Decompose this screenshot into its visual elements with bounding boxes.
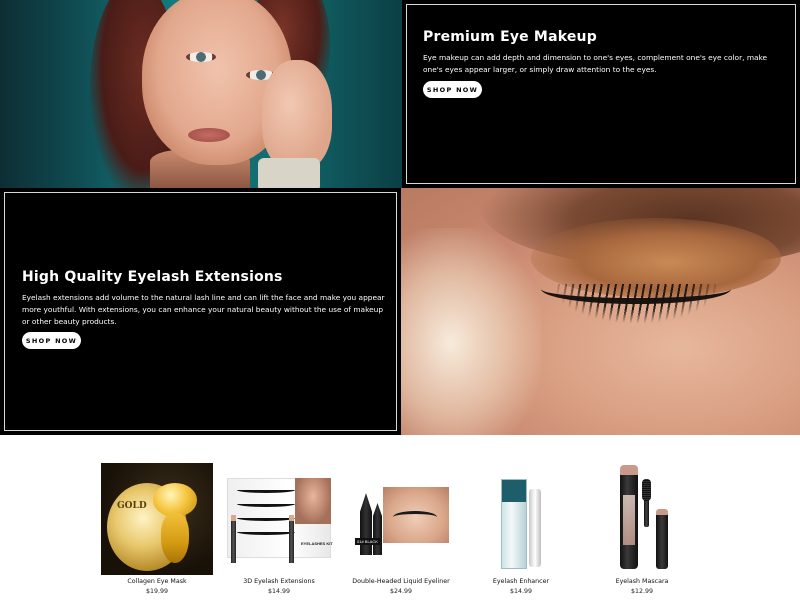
product-image[interactable]: EYELASHES KIT	[223, 463, 335, 575]
eyelash-extensions-panel: High Quality Eyelash Extensions Eyelash …	[0, 188, 401, 435]
product-name[interactable]: Eyelash Enhancer	[463, 578, 579, 585]
product-image[interactable]: 01# BLACK	[345, 463, 457, 575]
product-price: $14.99	[267, 588, 291, 595]
product-name[interactable]: 3D Eyelash Extensions	[221, 578, 337, 585]
hero-row-top: Premium Eye Makeup Eye makeup can add de…	[0, 0, 800, 188]
product-price: $14.99	[509, 588, 533, 595]
product-name[interactable]: Double-Headed Liquid Eyeliner	[343, 578, 459, 585]
product-grid: GOLD Collagen Eye Mask $19.99 EYELASHES …	[0, 435, 800, 600]
shade-label: 01# BLACK	[355, 538, 380, 545]
eye-closeup-image	[401, 188, 800, 435]
product-card-collagen-eye-mask[interactable]: GOLD Collagen Eye Mask $19.99	[99, 463, 215, 595]
eyelash-extensions-description: Eyelash extensions add volume to the nat…	[22, 293, 385, 326]
kit-label: EYELASHES KIT	[301, 541, 333, 546]
product-card-3d-eyelash-extensions[interactable]: EYELASHES KIT 3D Eyelash Extensions $14.…	[221, 463, 337, 595]
jar-label: GOLD	[117, 501, 147, 511]
product-price: $24.99	[389, 588, 413, 595]
model-portrait-image	[0, 0, 402, 188]
product-image[interactable]: GOLD	[101, 463, 213, 575]
product-image[interactable]	[586, 463, 698, 575]
product-name[interactable]: Collagen Eye Mask	[99, 578, 215, 585]
eye-makeup-title: Premium Eye Makeup	[423, 29, 597, 45]
eyelash-extensions-shop-now-button[interactable]: SHOP NOW	[22, 332, 81, 349]
eyelash-extensions-title: High Quality Eyelash Extensions	[22, 269, 283, 285]
eye-makeup-description: Eye makeup can add depth and dimension t…	[423, 53, 768, 74]
product-card-eyelash-enhancer[interactable]: Eyelash Enhancer $14.99	[463, 463, 579, 595]
product-price: $12.99	[630, 588, 654, 595]
product-image[interactable]	[465, 463, 577, 575]
product-card-eyelash-mascara[interactable]: Eyelash Mascara $12.99	[584, 463, 700, 595]
product-price: $19.99	[145, 588, 169, 595]
product-card-double-headed-liquid-eyeliner[interactable]: 01# BLACK Double-Headed Liquid Eyeliner …	[343, 463, 459, 595]
eye-makeup-shop-now-button[interactable]: SHOP NOW	[423, 81, 482, 98]
product-name[interactable]: Eyelash Mascara	[584, 578, 700, 585]
hero-row-bottom: High Quality Eyelash Extensions Eyelash …	[0, 188, 800, 435]
eye-makeup-panel: Premium Eye Makeup Eye makeup can add de…	[402, 0, 800, 188]
